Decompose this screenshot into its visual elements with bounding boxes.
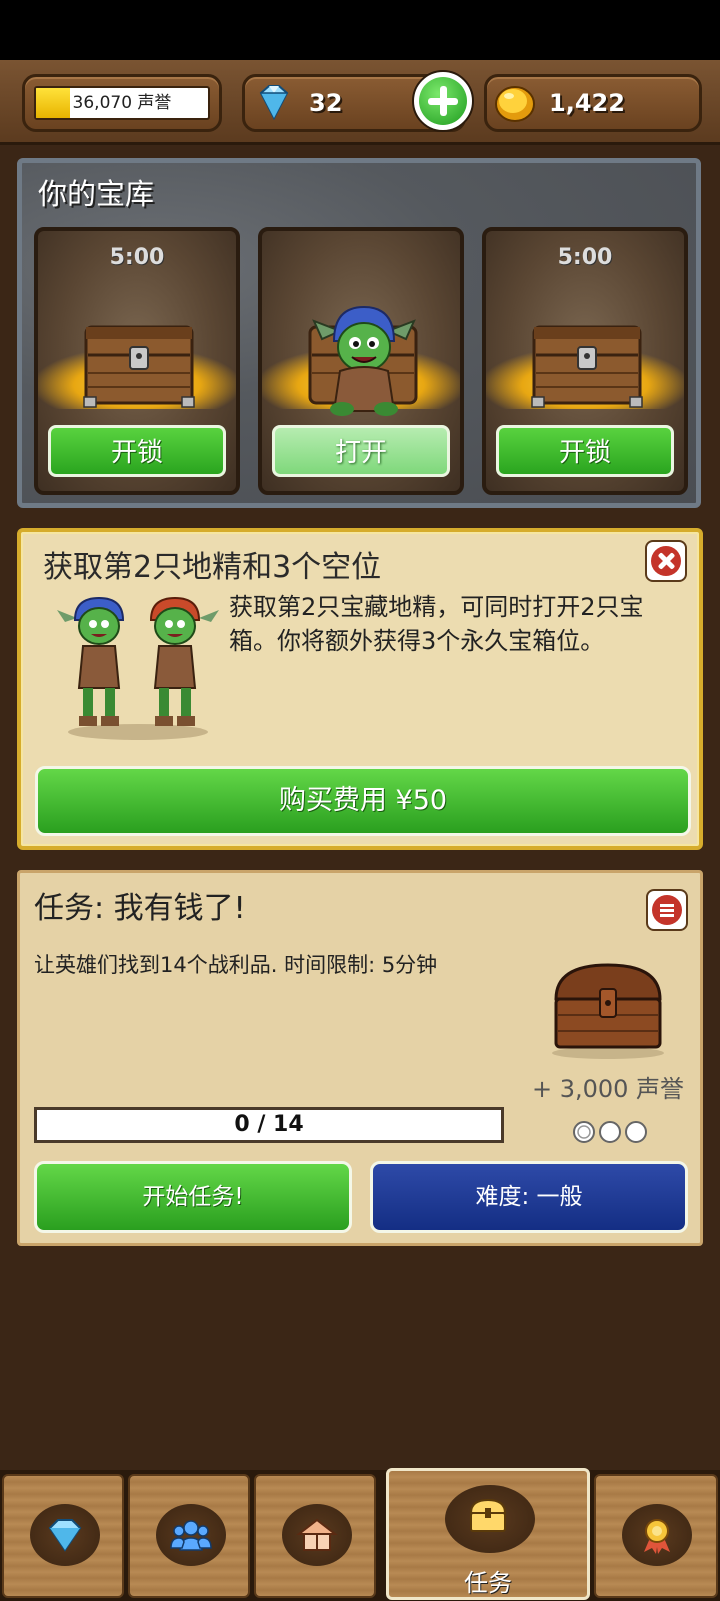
tab-achievements[interactable] [594,1474,718,1598]
vault-slot-2[interactable]: 打开 [258,227,464,495]
bottom-navigation: 任务 [0,1468,720,1601]
vault-slot-1[interactable]: 5:00 开锁 [34,227,240,495]
task-reward: + 3,000 声誉 [531,1075,685,1103]
task-description: 让英雄们找到14个战利品. 时间限制: 5分钟 [34,953,438,977]
gem-count: 32 [309,89,343,117]
offer-title: 获取第2只地精和3个空位 [43,550,382,585]
treasure-chest-icon [469,1498,507,1532]
menu-icon [652,895,682,925]
buildings-icon [296,1518,338,1551]
gold-coin-icon [495,86,535,122]
difficulty-button[interactable]: 难度: 一般 [370,1161,688,1233]
vault-panel: 你的宝库 5:00 开锁 打开 5:00 开锁 [17,158,701,508]
offer-description: 获取第2只宝藏地精，可同时打开2只宝箱。你将额外获得3个永久宝箱位。 [229,593,644,655]
start-task-button[interactable]: 开始任务! [34,1161,352,1233]
tab-buildings[interactable] [254,1474,376,1598]
buy-button[interactable]: 购买费用 ¥50 [35,766,691,836]
add-gems-button[interactable] [412,70,474,132]
tab-heroes[interactable] [128,1474,250,1598]
reputation-pill[interactable]: 36,070 声誉 [22,74,222,132]
plus-icon [419,77,467,125]
reputation-progress-bar: 36,070 声誉 [34,86,210,120]
resource-bar: 36,070 声誉 32 1,422 [0,60,720,145]
diamond-icon [48,1519,82,1552]
task-progress-bar: 0 / 14 [34,1107,504,1143]
goblin-icon [312,305,416,416]
tab-tasks-label: 任务 [464,1569,512,1597]
vault-slot-3[interactable]: 5:00 开锁 [482,227,688,495]
gold-count: 1,422 [549,89,625,117]
unlock-button[interactable]: 开锁 [48,425,226,477]
slot-timer: 5:00 [109,245,165,270]
gold-pill[interactable]: 1,422 [484,74,702,132]
task-panel: 任务: 我有钱了! 让英雄们找到14个战利品. 时间限制: 5分钟 + 3,00… [17,870,703,1246]
task-title: 任务: 我有钱了! [34,891,246,926]
close-icon [651,546,681,576]
reputation-text: 36,070 声誉 [72,93,172,113]
status-bar [0,0,720,60]
treasure-chest-icon [531,325,643,408]
vault-title: 你的宝库 [38,177,155,211]
diamond-icon [259,85,289,121]
heroes-icon [170,1520,212,1551]
treasure-chest-icon [83,325,195,408]
tab-shop[interactable] [2,1474,124,1598]
close-offer-button[interactable] [645,540,687,582]
goblin-offer-panel: 获取第2只地精和3个空位 获取第2只宝藏地精，可同时打开2只宝箱。你将额外获得3… [17,528,703,850]
unlock-button[interactable]: 开锁 [496,425,674,477]
two-goblins-icon [57,596,219,740]
achievement-medal-icon [644,1519,670,1554]
reward-chest-icon [552,963,664,1059]
open-button[interactable]: 打开 [272,425,450,477]
tab-tasks[interactable]: 任务 [386,1468,590,1600]
slot-timer: 5:00 [557,245,613,270]
difficulty-circles [573,1121,647,1143]
task-menu-button[interactable] [646,889,688,931]
